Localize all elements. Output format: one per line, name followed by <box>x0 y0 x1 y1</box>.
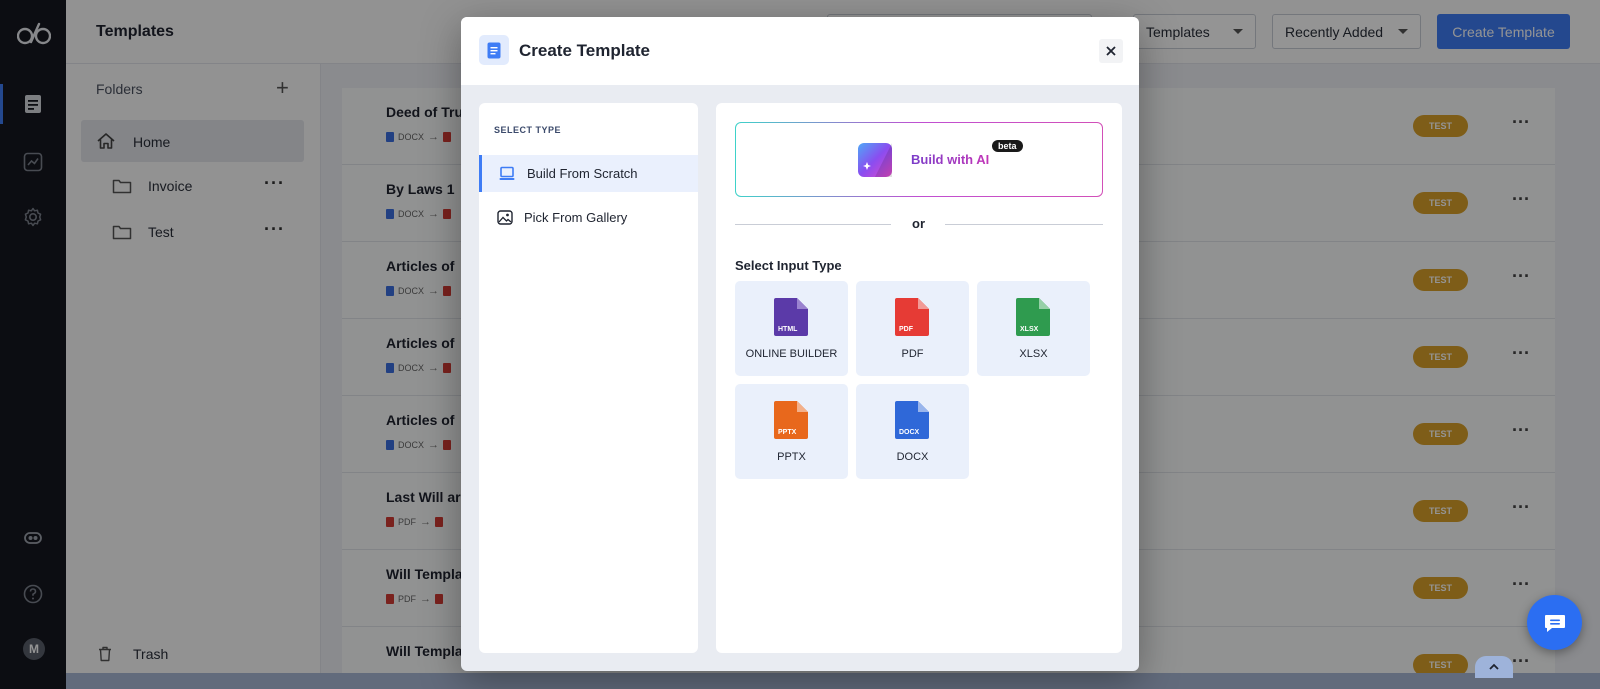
ai-sparkle-icon <box>858 143 892 177</box>
input-type-pptx[interactable]: PPTX PPTX <box>735 384 848 479</box>
select-type-panel: SELECT TYPE Build From Scratch Pick From… <box>479 103 698 653</box>
select-input-type-heading: Select Input Type <box>735 258 842 273</box>
input-type-docx[interactable]: DOCX DOCX <box>856 384 969 479</box>
chat-support-button[interactable] <box>1527 595 1582 650</box>
chat-bubble-icon <box>1544 614 1565 632</box>
laptop-icon <box>499 166 515 180</box>
template-doc-icon <box>479 35 509 65</box>
option-label: Build From Scratch <box>527 166 638 181</box>
input-type-label: ONLINE BUILDER <box>745 348 838 360</box>
divider-left <box>735 224 891 225</box>
input-type-label: DOCX <box>896 451 929 463</box>
file-badge-text: DOCX <box>899 429 920 436</box>
input-type-label: PDF <box>901 348 924 360</box>
close-icon <box>1106 46 1116 56</box>
option-build-from-scratch[interactable]: Build From Scratch <box>479 155 698 192</box>
or-divider-label: or <box>912 216 925 231</box>
beta-badge: beta <box>992 140 1023 152</box>
create-template-modal: Create Template SELECT TYPE Build From S… <box>461 17 1139 671</box>
gallery-image-icon <box>497 210 513 225</box>
input-type-online-builder[interactable]: HTML ONLINE BUILDER <box>735 281 848 376</box>
modal-header: Create Template <box>461 17 1139 85</box>
file-badge-text: XLSX <box>1020 326 1039 333</box>
docx-file-icon: DOCX <box>895 401 929 439</box>
build-with-ai-button[interactable]: Build with AI beta <box>735 122 1103 197</box>
chevron-up-icon <box>1489 663 1499 670</box>
option-pick-from-gallery[interactable]: Pick From Gallery <box>479 199 698 236</box>
select-type-heading: SELECT TYPE <box>494 125 562 135</box>
file-badge-text: PPTX <box>778 429 797 436</box>
modal-title: Create Template <box>519 41 651 60</box>
input-type-panel: Build with AI beta or Select Input Type … <box>716 103 1122 653</box>
close-button[interactable] <box>1099 39 1123 63</box>
option-label: Pick From Gallery <box>524 210 628 225</box>
divider-right <box>945 224 1103 225</box>
input-type-label: XLSX <box>1019 348 1048 360</box>
xlsx-file-icon: XLSX <box>1016 298 1050 336</box>
build-with-ai-label: Build with AI <box>911 152 990 167</box>
scroll-top-button[interactable] <box>1475 656 1513 678</box>
pptx-file-icon: PPTX <box>774 401 808 439</box>
file-badge-text: PDF <box>899 326 914 333</box>
pdf-file-icon: PDF <box>895 298 929 336</box>
input-type-xlsx[interactable]: XLSX XLSX <box>977 281 1090 376</box>
html-file-icon: HTML <box>774 298 808 336</box>
input-type-pdf[interactable]: PDF PDF <box>856 281 969 376</box>
file-badge-text: HTML <box>778 326 798 333</box>
input-type-label: PPTX <box>777 451 806 463</box>
